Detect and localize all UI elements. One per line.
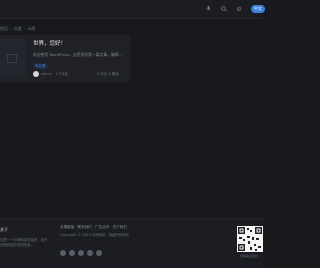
footer-link[interactable]: 关于我们 xyxy=(113,225,127,229)
post-card[interactable]: 世界，您好！ 欢迎使用 WordPress。这是您的第一篇文章。编辑… 未分类 … xyxy=(0,35,130,83)
search-icon[interactable] xyxy=(221,6,227,14)
footer-about-desc: 这是一个示例网站的描述，用于展示 页面底部的说明信息。 xyxy=(0,238,48,248)
footer-copyright: Copyright © 2024 示例网站 · 保留所有权利 xyxy=(60,233,129,237)
post-title[interactable]: 世界，您好！ xyxy=(33,39,66,47)
site-footer: 关于 这是一个示例网站的描述，用于展示 页面底部的说明信息。 友情链接·联系我们… xyxy=(0,218,263,268)
email-icon[interactable] xyxy=(96,250,102,256)
qr-caption: 扫码关注我们 xyxy=(240,254,259,258)
footer-desc-line: 页面底部的说明信息。 xyxy=(0,243,34,247)
top-navbar: 中文 xyxy=(0,0,265,19)
image-placeholder-icon xyxy=(7,54,17,63)
breadcrumb-separator: › xyxy=(23,26,26,31)
author-name[interactable]: admin xyxy=(41,72,52,76)
breadcrumb: 首页 › 分类 › 示例 xyxy=(0,26,35,32)
post-stats: 0 评论 0 喜欢 xyxy=(97,72,119,76)
post-excerpt: 欢迎使用 WordPress。这是您的第一篇文章。编辑… xyxy=(33,52,123,57)
post-author-meta: admin · 1个月前 xyxy=(41,72,69,76)
footer-link[interactable]: 联系我们 xyxy=(78,225,92,229)
github-icon[interactable] xyxy=(87,250,93,256)
footer-link-separator: · xyxy=(75,225,77,229)
footer-link-separator: · xyxy=(92,225,95,229)
qq-icon[interactable] xyxy=(78,250,84,256)
footer-link-separator: · xyxy=(110,225,112,229)
settings-icon[interactable] xyxy=(236,6,242,14)
microphone-icon[interactable] xyxy=(206,6,211,14)
footer-link[interactable]: 友情链接 xyxy=(60,225,74,229)
footer-links: 友情链接·联系我们·广告合作·关于我们 xyxy=(60,225,127,230)
breadcrumb-separator: › xyxy=(10,26,12,31)
breadcrumb-item[interactable]: 首页 xyxy=(0,26,8,31)
avatar[interactable] xyxy=(33,71,39,77)
breadcrumb-item[interactable]: 示例 xyxy=(27,26,35,31)
footer-about-title: 关于 xyxy=(0,227,8,232)
post-time: 1个月前 xyxy=(55,72,69,76)
qr-code xyxy=(237,226,263,252)
weibo-icon[interactable] xyxy=(69,250,75,256)
post-category-tag[interactable]: 未分类 xyxy=(33,63,48,69)
language-badge[interactable]: 中文 xyxy=(251,5,265,13)
footer-social-icons xyxy=(60,241,105,256)
wechat-icon[interactable] xyxy=(60,250,66,256)
post-thumbnail[interactable] xyxy=(0,39,26,77)
footer-link[interactable]: 广告合作 xyxy=(95,225,109,229)
breadcrumb-item[interactable]: 分类 xyxy=(14,26,22,31)
